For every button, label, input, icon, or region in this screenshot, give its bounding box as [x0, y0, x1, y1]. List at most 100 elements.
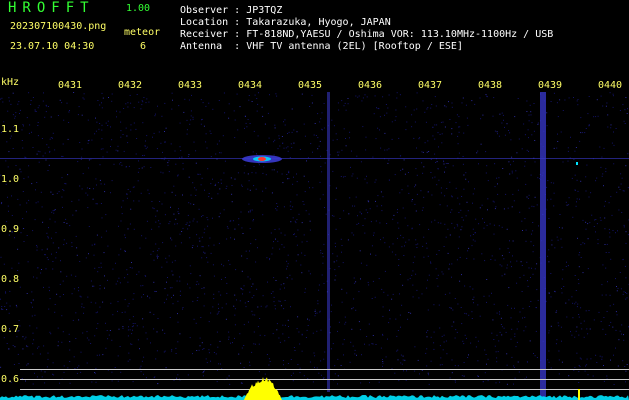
- noise-speck: [381, 210, 383, 212]
- noise-speck: [594, 219, 596, 221]
- noise-speck: [217, 312, 219, 314]
- noise-speck: [255, 188, 257, 190]
- noise-speck: [182, 227, 184, 229]
- noise-speck: [512, 255, 513, 257]
- noise-speck: [463, 132, 465, 134]
- noise-speck: [201, 342, 203, 344]
- noise-speck: [312, 187, 314, 189]
- noise-speck: [241, 255, 243, 257]
- noise-speck: [360, 278, 361, 280]
- noise-speck: [322, 253, 324, 254]
- noise-speck: [605, 168, 607, 170]
- noise-speck: [59, 382, 61, 384]
- noise-speck: [556, 147, 558, 149]
- noise-speck: [142, 155, 144, 156]
- noise-speck: [128, 165, 130, 167]
- noise-speck: [295, 260, 297, 262]
- noise-speck: [36, 153, 38, 155]
- noise-speck: [377, 127, 379, 129]
- noise-speck: [605, 267, 607, 269]
- noise-speck: [216, 381, 218, 383]
- noise-speck: [8, 151, 10, 153]
- noise-speck: [332, 139, 334, 141]
- noise-speck: [503, 208, 505, 210]
- noise-speck: [126, 197, 128, 199]
- noise-speck: [142, 318, 144, 320]
- noise-speck: [228, 331, 230, 333]
- noise-speck: [208, 349, 210, 351]
- noise-speck: [40, 191, 42, 193]
- noise-speck: [175, 353, 177, 354]
- noise-speck: [528, 150, 529, 152]
- noise-speck: [36, 245, 38, 246]
- noise-speck: [62, 143, 64, 145]
- noise-speck: [80, 159, 82, 160]
- noise-speck: [320, 360, 322, 362]
- noise-speck: [449, 119, 451, 120]
- noise-speck: [615, 347, 616, 349]
- noise-speck: [138, 271, 140, 273]
- noise-speck: [34, 314, 36, 316]
- noise-speck: [566, 261, 567, 263]
- noise-speck: [625, 231, 627, 233]
- noise-speck: [516, 328, 518, 330]
- noise-speck: [609, 92, 611, 94]
- noise-speck: [529, 340, 531, 342]
- noise-speck: [467, 210, 469, 212]
- noise-speck: [574, 150, 576, 152]
- noise-speck: [161, 203, 163, 205]
- noise-speck: [62, 331, 64, 333]
- noise-speck: [605, 333, 607, 335]
- y-tick-label: 1.1: [1, 124, 20, 135]
- noise-speck: [135, 153, 137, 155]
- noise-speck: [586, 358, 588, 360]
- noise-speck: [132, 329, 133, 331]
- noise-speck: [434, 219, 436, 221]
- noise-speck: [139, 247, 141, 249]
- noise-speck: [434, 153, 436, 155]
- noise-speck: [468, 247, 470, 249]
- noise-speck: [557, 133, 558, 135]
- noise-speck: [196, 350, 198, 351]
- noise-speck: [568, 197, 570, 199]
- noise-speck: [501, 226, 503, 228]
- noise-speck: [530, 174, 532, 176]
- noise-speck: [369, 208, 371, 210]
- noise-speck: [356, 177, 358, 179]
- app-logo: HROFFT: [8, 0, 95, 16]
- noise-speck: [257, 247, 258, 249]
- noise-speck: [618, 339, 620, 341]
- noise-speck: [509, 240, 510, 242]
- noise-speck: [375, 344, 377, 345]
- noise-speck: [132, 298, 134, 300]
- noise-speck: [192, 245, 194, 246]
- noise-speck: [49, 331, 51, 333]
- noise-speck: [234, 324, 236, 326]
- noise-speck: [459, 126, 461, 128]
- noise-speck: [166, 298, 167, 300]
- noise-speck: [531, 267, 532, 269]
- noise-speck: [174, 150, 176, 152]
- noise-speck: [52, 373, 53, 375]
- noise-speck: [43, 92, 44, 94]
- noise-speck: [422, 151, 424, 153]
- noise-speck: [155, 221, 157, 223]
- noise-speck: [422, 100, 424, 102]
- noise-speck: [172, 274, 174, 276]
- noise-speck: [335, 246, 336, 248]
- noise-speck: [78, 365, 80, 367]
- noise-speck: [553, 147, 555, 149]
- noise-speck: [421, 209, 423, 211]
- noise-speck: [206, 147, 208, 149]
- noise-speck: [193, 141, 195, 143]
- x-tick-label: 0433: [178, 80, 203, 91]
- noise-speck: [109, 330, 111, 331]
- noise-speck: [204, 293, 206, 295]
- noise-speck: [416, 92, 418, 94]
- noise-speck: [46, 144, 48, 146]
- noise-speck: [425, 121, 427, 123]
- noise-speck: [264, 373, 266, 375]
- noise-speck: [311, 102, 313, 104]
- noise-speck: [510, 164, 511, 166]
- noise-speck: [124, 299, 126, 301]
